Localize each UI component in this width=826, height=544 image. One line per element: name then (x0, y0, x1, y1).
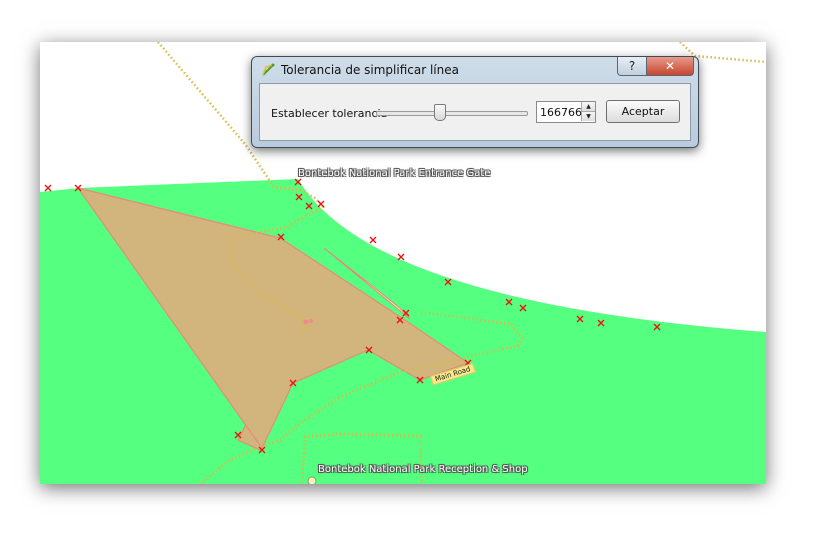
tolerance-slider-track[interactable] (376, 111, 528, 116)
vertex-marker (369, 236, 377, 244)
spin-up-button[interactable]: ▲ (581, 102, 595, 112)
close-button[interactable]: ✕ (646, 57, 694, 76)
poi-marker (307, 476, 317, 484)
tolerance-value[interactable]: 166766 (540, 106, 582, 119)
spin-down-button[interactable]: ▼ (581, 112, 595, 121)
accept-button[interactable]: Aceptar (606, 100, 680, 123)
vertex-marker (397, 253, 405, 261)
map-label-reception: Bontebok National Park Reception & Shop (318, 464, 528, 475)
dialog-title: Tolerancia de simplificar línea (281, 63, 459, 77)
tolerance-spinbox[interactable]: 166766 ▲ ▼ (536, 101, 596, 123)
simplify-tool-icon (262, 63, 275, 76)
tolerance-label: Establecer tolerancia (271, 107, 388, 120)
vertex-marker (44, 184, 52, 192)
help-button[interactable]: ? (617, 57, 647, 76)
dialog-titlebar[interactable]: Tolerancia de simplificar línea ? ✕ (252, 57, 698, 83)
point-marker (309, 319, 313, 323)
dialog-body: Establecer tolerancia 166766 ▲ ▼ Aceptar (259, 83, 691, 141)
map-label-entrance-gate: Bontebok National Park Entrance Gate (298, 168, 491, 179)
point-marker (303, 319, 309, 325)
simplify-tolerance-dialog: Tolerancia de simplificar línea ? ✕ Esta… (251, 56, 699, 148)
tolerance-slider-thumb[interactable] (434, 104, 446, 121)
